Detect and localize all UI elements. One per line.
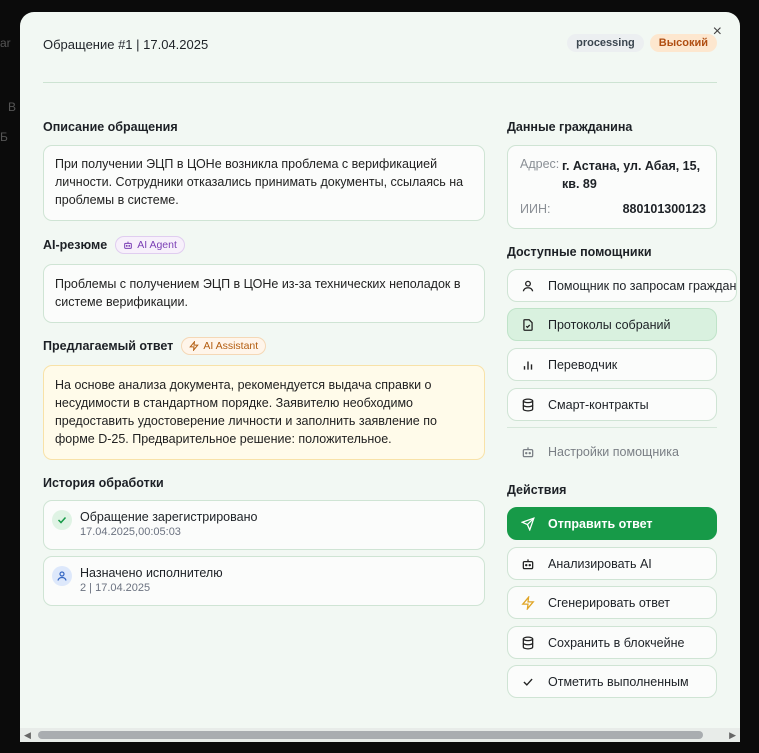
background-fragment: B bbox=[8, 100, 17, 114]
bot-icon bbox=[124, 241, 133, 249]
send-reply-label: Отправить ответ bbox=[548, 516, 653, 531]
scroll-left-icon[interactable]: ◀ bbox=[24, 730, 31, 741]
horizontal-scrollbar[interactable]: ◀ ▶ bbox=[20, 728, 740, 742]
appeal-modal: Обращение #1 | 17.04.2025 processing Выс… bbox=[20, 12, 740, 742]
ai-summary-heading: AI-резюме AI Agent bbox=[43, 236, 185, 254]
analyze-ai-label: Анализировать AI bbox=[548, 556, 652, 571]
assistants-list: Помощник по запросам граждан Протоколы с… bbox=[507, 269, 737, 469]
ai-agent-badge: AI Agent bbox=[115, 236, 185, 254]
ai-summary-title: AI-резюме bbox=[43, 238, 108, 252]
assistant-label: Переводчик bbox=[548, 357, 618, 372]
user-icon bbox=[52, 566, 72, 586]
mark-done-label: Отметить выполненным bbox=[548, 674, 689, 689]
modal-header: Обращение #1 | 17.04.2025 processing Выс… bbox=[43, 34, 717, 83]
scroll-right-icon[interactable]: ▶ bbox=[729, 730, 736, 741]
background-fragment: Б bbox=[0, 130, 8, 144]
bot-icon bbox=[508, 557, 548, 571]
assistant-settings-button[interactable]: Настройки помощника bbox=[507, 435, 717, 468]
modal-title: Обращение #1 | 17.04.2025 bbox=[43, 37, 209, 52]
address-value: г. Астана, ул. Абая, 15, кв. 89 bbox=[562, 159, 701, 191]
history-list: Обращение зарегистрировано 17.04.2025,00… bbox=[43, 500, 485, 610]
assistant-smart-contracts[interactable]: Смарт-контракты bbox=[507, 388, 717, 421]
database-icon bbox=[508, 398, 548, 412]
ai-summary-card: Проблемы с получением ЭЦП в ЦОНе из-за т… bbox=[43, 264, 485, 323]
address-label: Адрес: bbox=[520, 157, 560, 171]
user-icon bbox=[508, 279, 548, 293]
history-item: Обращение зарегистрировано 17.04.2025,00… bbox=[43, 500, 485, 550]
check-icon bbox=[52, 510, 72, 530]
scroll-thumb[interactable] bbox=[38, 731, 703, 739]
zap-icon bbox=[508, 595, 548, 610]
proposed-text: На основе анализа документа, рекомендует… bbox=[55, 378, 437, 446]
bar-chart-icon bbox=[508, 358, 548, 372]
zap-icon bbox=[189, 341, 200, 351]
description-title: Описание обращения bbox=[43, 120, 178, 134]
generate-reply-label: Сгенерировать ответ bbox=[548, 595, 671, 610]
history-item-title: Обращение зарегистрировано bbox=[80, 510, 258, 524]
actions-title: Действия bbox=[507, 483, 567, 497]
history-title: История обработки bbox=[43, 476, 164, 490]
assistant-label: Протоколы собраний bbox=[548, 317, 671, 332]
analyze-ai-button[interactable]: Анализировать AI bbox=[507, 547, 717, 580]
background-fragment: ar bbox=[0, 36, 11, 50]
history-item: Назначено исполнителю 2 | 17.04.2025 bbox=[43, 556, 485, 606]
iin-value: 880101300123 bbox=[622, 202, 706, 216]
assistant-label: Смарт-контракты bbox=[548, 397, 649, 412]
assistant-settings-label: Настройки помощника bbox=[548, 444, 679, 459]
mark-done-button[interactable]: Отметить выполненным bbox=[507, 665, 717, 698]
ai-assistant-badge: AI Assistant bbox=[181, 337, 267, 355]
send-reply-button[interactable]: Отправить ответ bbox=[507, 507, 717, 540]
assistant-label: Помощник по запросам граждан bbox=[548, 278, 737, 293]
description-text: При получении ЭЦП в ЦОНе возникла пробле… bbox=[55, 157, 464, 207]
history-item-date: 17.04.2025,00:05:03 bbox=[80, 526, 181, 538]
ai-summary-text: Проблемы с получением ЭЦП в ЦОНе из-за т… bbox=[55, 277, 461, 309]
citizen-card: Адрес: г. Астана, ул. Абая, 15, кв. 89 И… bbox=[507, 145, 717, 229]
send-icon bbox=[508, 516, 548, 531]
description-card: При получении ЭЦП в ЦОНе возникла пробле… bbox=[43, 145, 485, 221]
save-blockchain-label: Сохранить в блокчейне bbox=[548, 635, 685, 650]
ai-assistant-badge-label: AI Assistant bbox=[203, 340, 259, 352]
iin-label: ИИН: bbox=[520, 202, 551, 216]
save-blockchain-button[interactable]: Сохранить в блокчейне bbox=[507, 626, 717, 659]
divider bbox=[507, 427, 717, 428]
ai-agent-badge-label: AI Agent bbox=[137, 239, 177, 251]
history-item-date: 2 | 17.04.2025 bbox=[80, 582, 151, 594]
assistant-translator[interactable]: Переводчик bbox=[507, 348, 717, 381]
citizen-title: Данные гражданина bbox=[507, 120, 633, 134]
check-icon bbox=[508, 675, 548, 689]
actions-list: Отправить ответ Анализировать AI Сгенери… bbox=[507, 507, 717, 707]
bot-icon bbox=[508, 445, 548, 459]
status-badge: processing bbox=[567, 34, 644, 52]
file-check-icon bbox=[508, 318, 548, 332]
generate-reply-button[interactable]: Сгенерировать ответ bbox=[507, 586, 717, 619]
database-icon bbox=[508, 636, 548, 650]
proposed-title: Предлагаемый ответ bbox=[43, 339, 174, 353]
history-item-title: Назначено исполнителю bbox=[80, 566, 223, 580]
assistants-title: Доступные помощники bbox=[507, 245, 652, 259]
priority-badge: Высокий bbox=[649, 34, 717, 52]
proposed-card: На основе анализа документа, рекомендует… bbox=[43, 365, 485, 460]
close-icon[interactable]: × bbox=[713, 24, 722, 40]
assistant-meeting-protocols[interactable]: Протоколы собраний bbox=[507, 308, 717, 341]
assistant-citizen-requests[interactable]: Помощник по запросам граждан bbox=[507, 269, 737, 302]
proposed-heading: Предлагаемый ответ AI Assistant bbox=[43, 337, 267, 355]
